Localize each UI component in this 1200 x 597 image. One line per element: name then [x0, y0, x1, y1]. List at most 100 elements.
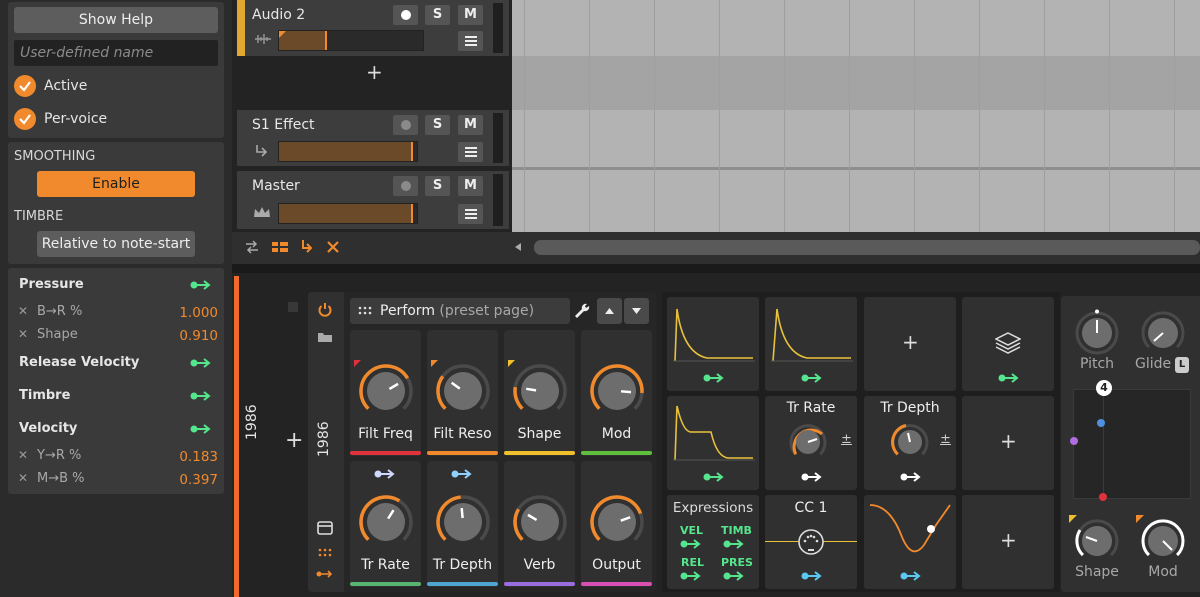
page-down-button[interactable]	[624, 298, 649, 324]
record-arm-button[interactable]	[393, 5, 418, 25]
expressions-modulator[interactable]: Expressions VEL TIMB REL PRES	[667, 495, 759, 589]
modulator-arrow-icon[interactable]	[316, 569, 334, 579]
horizontal-scrollbar[interactable]	[534, 240, 1200, 255]
glide-legato-badge[interactable]: L	[1175, 357, 1189, 373]
xy-pad[interactable]	[1073, 389, 1191, 499]
active-checkbox[interactable]	[14, 75, 36, 97]
knob-tr-rate[interactable]	[355, 491, 417, 553]
remote-control-cell[interactable]: Verb	[504, 461, 575, 587]
shape-knob[interactable]	[1072, 516, 1122, 566]
arranger-timeline[interactable]	[512, 0, 1200, 232]
cc-modulator[interactable]: CC 1	[765, 495, 857, 589]
track-menu-button[interactable]	[458, 142, 483, 162]
remote-control-cell[interactable]: Mod	[581, 330, 652, 456]
swap-icon[interactable]	[244, 240, 260, 254]
mod-source-arrow-icon[interactable]	[451, 469, 473, 479]
mapping-arrow-icon[interactable]	[190, 391, 212, 401]
scroll-left-icon[interactable]	[513, 242, 523, 252]
volume-fader[interactable]	[278, 141, 418, 162]
modulator-slot[interactable]	[667, 297, 759, 391]
remove-mapping-icon[interactable]: ✕	[18, 471, 28, 485]
add-modulator-slot[interactable]: +	[864, 297, 956, 391]
tr-depth-knob[interactable]	[888, 420, 932, 464]
modulator-arrow-icon[interactable]	[801, 472, 823, 482]
knob-verb[interactable]	[509, 491, 571, 553]
knob-mod[interactable]	[586, 360, 648, 422]
remote-control-cell[interactable]: Tr Depth	[427, 461, 498, 587]
solo-button[interactable]: S	[425, 176, 450, 196]
xy-point-blue[interactable]	[1097, 419, 1105, 427]
knob-filt-freq[interactable]	[355, 360, 417, 422]
relative-button[interactable]: Relative to note-start	[37, 231, 195, 257]
modulator-arrow-icon[interactable]	[801, 571, 823, 581]
power-icon[interactable]	[317, 302, 333, 318]
mapping-value[interactable]: 0.397	[179, 472, 218, 488]
mapping-value[interactable]: 0.183	[179, 449, 218, 465]
remote-control-cell[interactable]: Shape	[504, 330, 575, 456]
track-audio-2[interactable]: Audio 2 S M	[245, 0, 509, 56]
mapping-arrow-icon[interactable]	[190, 424, 212, 434]
mapping-timbre[interactable]: Timbre	[19, 388, 70, 403]
modulator-slot[interactable]	[667, 396, 759, 490]
record-arm-button[interactable]	[393, 115, 418, 135]
mapping-value[interactable]: 0.910	[179, 328, 218, 344]
tr-rate-modulator[interactable]: Tr Rate ±	[765, 396, 857, 490]
return-tracks-icon[interactable]	[298, 239, 314, 255]
track-menu-button[interactable]	[458, 31, 483, 51]
add-modulator-button[interactable]: +	[902, 330, 919, 354]
mod-source-arrow-icon[interactable]	[374, 469, 396, 479]
xy-point-red[interactable]	[1099, 493, 1107, 501]
remote-control-cell[interactable]: Filt Freq	[350, 330, 421, 456]
record-arm-button[interactable]	[393, 176, 418, 196]
grid-dots-icon[interactable]	[318, 548, 332, 558]
mapping-velocity[interactable]: Velocity	[19, 421, 77, 436]
remove-mapping-icon[interactable]: ✕	[18, 304, 28, 318]
user-name-field[interactable]: User-defined name	[14, 40, 218, 66]
plus-minus-toggle[interactable]: ±	[940, 432, 951, 447]
tr-rate-knob[interactable]	[786, 420, 830, 464]
expr-arrow-icon[interactable]	[723, 539, 745, 549]
modulator-slot[interactable]	[765, 297, 857, 391]
folder-icon[interactable]	[317, 331, 333, 343]
add-modulator-slot[interactable]: +	[962, 495, 1054, 589]
mapping-release-velocity[interactable]: Release Velocity	[19, 355, 139, 370]
xy-point-purple[interactable]	[1070, 437, 1078, 445]
remote-control-cell[interactable]: Output	[581, 461, 652, 587]
mapping-pressure[interactable]: Pressure	[19, 277, 84, 292]
add-modulator-slot[interactable]: +	[962, 396, 1054, 490]
expr-vel[interactable]: VEL	[680, 524, 703, 537]
pitch-knob[interactable]	[1072, 308, 1122, 358]
show-help-button[interactable]: Show Help	[14, 7, 218, 33]
add-modulator-button[interactable]: +	[1000, 528, 1017, 552]
mute-button[interactable]: M	[458, 5, 483, 25]
per-voice-checkbox[interactable]	[14, 108, 36, 130]
tr-depth-modulator[interactable]: Tr Depth ±	[864, 396, 956, 490]
window-icon[interactable]	[317, 521, 333, 535]
expr-pres[interactable]: PRES	[721, 556, 753, 569]
layers-slot[interactable]	[962, 297, 1054, 391]
mapping-arrow-icon[interactable]	[190, 358, 212, 368]
add-track-button[interactable]: +	[366, 60, 383, 84]
modulator-arrow-icon[interactable]	[900, 472, 922, 482]
knob-shape[interactable]	[509, 360, 571, 422]
remote-control-cell[interactable]: Tr Rate	[350, 461, 421, 587]
page-up-button[interactable]	[597, 298, 622, 324]
wrench-icon[interactable]	[573, 302, 591, 320]
remove-mapping-icon[interactable]: ✕	[18, 448, 28, 462]
remove-mapping-icon[interactable]: ✕	[18, 327, 28, 341]
expr-rel[interactable]: REL	[681, 556, 704, 569]
track-menu-button[interactable]	[458, 204, 483, 224]
enable-button[interactable]: Enable	[37, 171, 195, 197]
expr-arrow-icon[interactable]	[723, 571, 745, 581]
modulator-arrow-icon[interactable]	[900, 571, 922, 581]
add-modulator-button[interactable]: +	[1000, 429, 1017, 453]
solo-button[interactable]: S	[425, 5, 450, 25]
volume-fader[interactable]	[278, 203, 418, 224]
clip-launcher-icon[interactable]	[271, 240, 289, 254]
close-icon[interactable]	[326, 240, 340, 254]
track-master[interactable]: Master S M	[237, 171, 509, 229]
mute-button[interactable]: M	[458, 176, 483, 196]
volume-fader[interactable]	[278, 30, 424, 51]
remote-control-cell[interactable]: Filt Reso	[427, 330, 498, 456]
knob-tr-depth[interactable]	[432, 491, 494, 553]
